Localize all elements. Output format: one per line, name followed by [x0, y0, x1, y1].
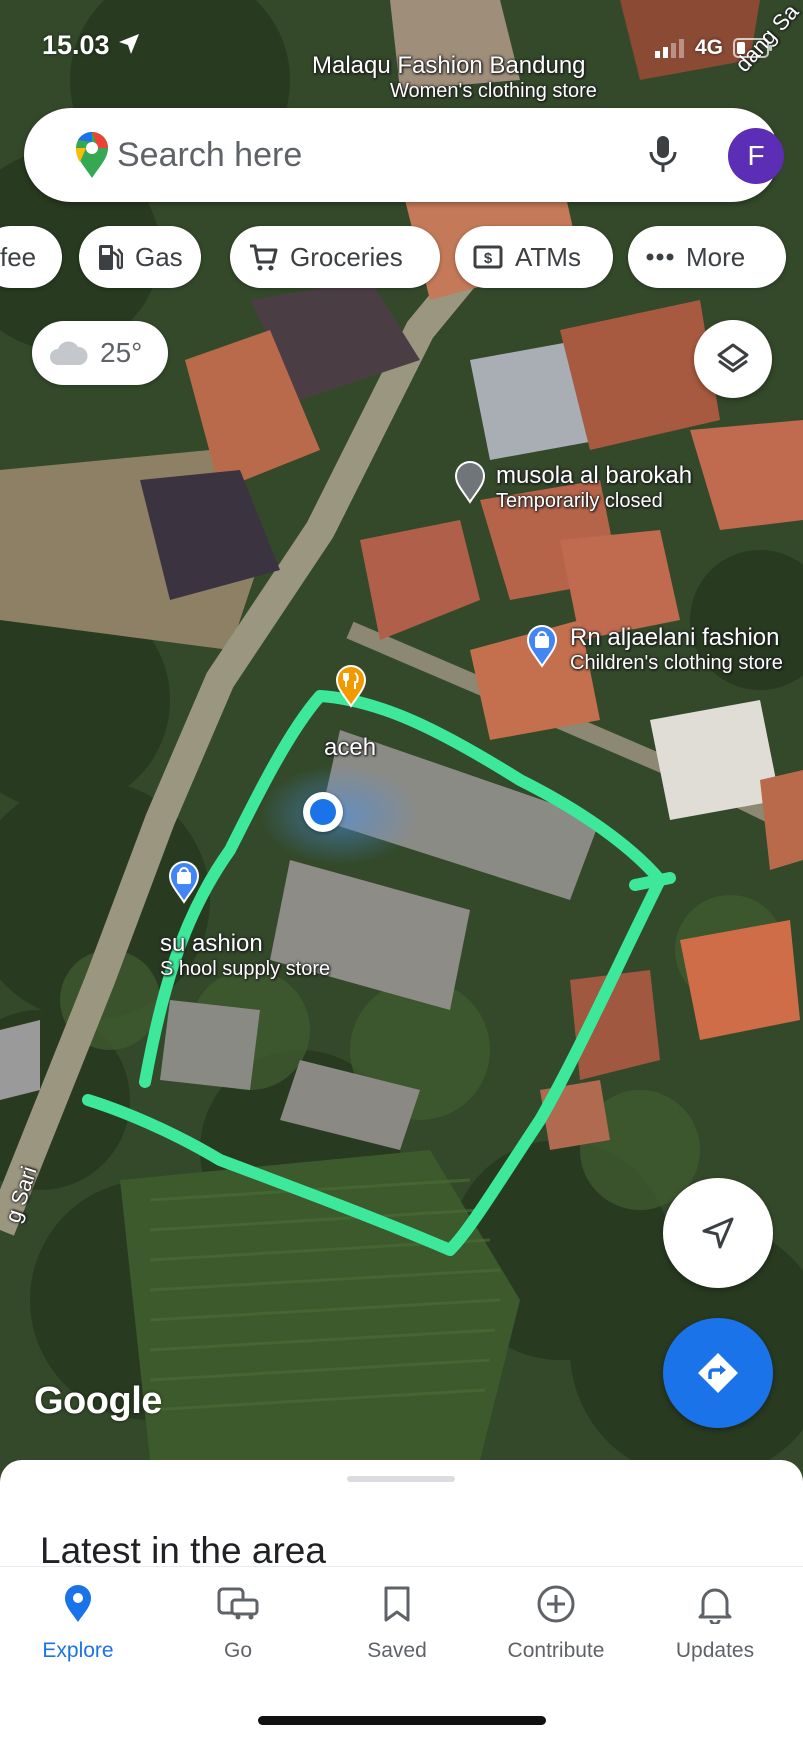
svg-text:$: $ [484, 250, 493, 267]
nav-contribute[interactable]: Contribute [486, 1581, 626, 1663]
location-arrow-icon [119, 34, 140, 54]
chip-more[interactable]: More [628, 226, 786, 288]
nav-label: Contribute [507, 1639, 605, 1662]
mosque-pin-icon[interactable] [452, 460, 488, 504]
shopping-bag-pin-icon[interactable] [166, 860, 202, 904]
place-name: musola al barokah [496, 462, 693, 489]
add-circle-icon [537, 1585, 575, 1623]
nav-label: Updates [675, 1639, 755, 1662]
chip-label: ATMs [515, 241, 581, 272]
directions-button[interactable] [663, 1318, 773, 1428]
nav-label: Explore [42, 1639, 114, 1662]
place-name: su ashion [160, 930, 263, 957]
restaurant-pin-icon[interactable] [333, 664, 369, 708]
place-name: aceh [324, 734, 377, 761]
status-time: 15.03 [42, 30, 141, 61]
mic-icon[interactable] [646, 134, 680, 176]
chip-label: Groceries [290, 241, 403, 272]
bell-icon [698, 1588, 732, 1624]
place-malaqu[interactable]: Malaqu Fashion Bandung Women's clothing … [312, 52, 597, 103]
layers-button[interactable] [694, 320, 772, 398]
battery-icon [733, 38, 772, 58]
home-indicator [258, 1716, 546, 1725]
nav-updates[interactable]: Updates [645, 1581, 785, 1663]
chip-gas[interactable]: Gas [79, 226, 201, 288]
nav-explore[interactable]: Explore [8, 1581, 148, 1663]
status-indicators: 4G [654, 36, 773, 60]
chip-atms[interactable]: $ ATMs [455, 226, 613, 288]
signal-icon [654, 39, 684, 58]
place-category: S hool supply store [160, 958, 331, 980]
weather-chip[interactable]: 25° [32, 321, 168, 385]
place-rn-aljaelani[interactable]: Rn aljaelani fashion Children's clothing… [570, 624, 783, 675]
atm-icon: $ [473, 245, 503, 269]
avatar[interactable]: F [728, 128, 784, 184]
sheet-drag-handle[interactable] [347, 1476, 455, 1482]
chip-label: Gas [135, 241, 183, 272]
nav-label: Saved [367, 1639, 427, 1662]
google-attribution: Google [34, 1380, 162, 1422]
place-name: Rn aljaelani fashion [570, 624, 780, 651]
my-location-dot [303, 792, 343, 832]
my-location-button[interactable] [663, 1178, 773, 1288]
layers-icon [717, 343, 749, 373]
directions-icon [698, 1353, 738, 1393]
shopping-bag-pin-icon[interactable] [524, 624, 560, 668]
place-musola[interactable]: musola al barokah Temporarily closed [496, 462, 692, 513]
commute-icon [217, 1587, 259, 1620]
more-dots-icon [646, 253, 674, 261]
weather-temp: 25° [100, 337, 143, 368]
place-status: Temporarily closed [496, 490, 663, 512]
chip-groceries[interactable]: Groceries [230, 226, 440, 288]
explore-pin-icon [65, 1585, 91, 1622]
place-category: Children's clothing store [570, 652, 783, 674]
cloud-icon [50, 341, 88, 365]
gas-station-icon [99, 245, 123, 270]
nav-label: Go [223, 1639, 252, 1662]
place-category: Women's clothing store [390, 80, 597, 102]
place-sun-fashion[interactable]: su ashion S hool supply store [160, 930, 330, 981]
chip-label: More [686, 241, 746, 272]
chip-coffee[interactable]: fee [0, 226, 62, 288]
nav-go[interactable]: Go [168, 1581, 308, 1663]
place-name: Malaqu Fashion Bandung [312, 52, 586, 79]
search-input[interactable]: Search here [117, 136, 302, 175]
bookmark-icon [384, 1586, 410, 1622]
network-label: 4G [694, 36, 723, 59]
google-maps-logo-icon [76, 132, 108, 178]
chip-label: fee [0, 241, 37, 272]
bottom-navigation: Explore Go Saved Contribute Updates [0, 1566, 803, 1740]
search-bar[interactable]: Search here F [24, 108, 784, 202]
cart-icon [250, 244, 278, 271]
navigation-arrow-icon [702, 1217, 734, 1249]
place-aceh[interactable]: aceh [324, 734, 376, 762]
nav-saved[interactable]: Saved [327, 1581, 467, 1663]
